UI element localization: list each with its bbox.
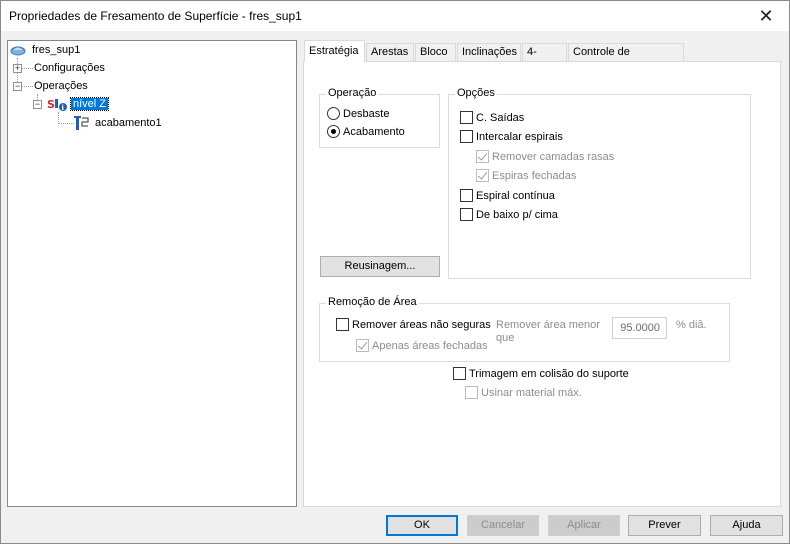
- area-menor-input[interactable]: 95.0000: [612, 317, 667, 339]
- svg-text:i: i: [62, 104, 64, 112]
- tab-inclinacoes[interactable]: Inclinações: [457, 43, 521, 61]
- checkbox-box: [465, 386, 478, 399]
- operations-tree[interactable]: fres_sup1 + Configurações − Operações − …: [7, 40, 297, 507]
- ok-button[interactable]: OK: [386, 515, 458, 536]
- checkbox-label: Espiral contínua: [476, 189, 555, 202]
- z-level-operation-icon: S i: [47, 98, 67, 112]
- cancelar-button[interactable]: Cancelar: [467, 515, 539, 536]
- tree-item-acabamento1[interactable]: acabamento1: [74, 115, 164, 131]
- de-baixo-p-cima-checkbox[interactable]: De baixo p/ cima: [460, 208, 558, 221]
- usinar-material-max-checkbox[interactable]: Usinar material máx.: [465, 386, 582, 399]
- tree-root[interactable]: fres_sup1: [10, 42, 82, 58]
- tree-item-label: Configurações: [34, 62, 105, 74]
- intercalar-espirais-checkbox[interactable]: Intercalar espirais: [460, 130, 563, 143]
- checkbox-label: Espiras fechadas: [492, 169, 577, 182]
- diameter-percent-unit: % diâ.: [676, 319, 707, 331]
- toolpath-icon: [74, 116, 89, 130]
- radio-indicator: [327, 107, 340, 120]
- checkbox-label: Trimagem em colisão do suporte: [469, 367, 629, 380]
- remocao-area-group: Remoção de Área Remover áreas não segura…: [319, 296, 730, 362]
- checkbox-box: [356, 339, 369, 352]
- checkbox-label: Usinar material máx.: [481, 386, 582, 399]
- espiral-continua-checkbox[interactable]: Espiral contínua: [460, 189, 555, 202]
- espiras-fechadas-checkbox[interactable]: Espiras fechadas: [476, 169, 576, 182]
- remocao-area-group-title: Remoção de Área: [326, 296, 419, 308]
- checkbox-box: [460, 111, 473, 124]
- tree-connector: [58, 123, 74, 124]
- tree-item-operacoes[interactable]: Operações: [32, 78, 90, 94]
- checkbox-label: C. Saídas: [476, 111, 525, 124]
- remover-area-menor-label-que: que: [496, 332, 515, 344]
- collapse-operacoes-toggle[interactable]: −: [13, 82, 22, 91]
- checkbox-label: Remover camadas rasas: [492, 150, 615, 163]
- checkbox-box: [476, 169, 489, 182]
- checkbox-box: [460, 208, 473, 221]
- acabamento-label: Acabamento: [343, 125, 405, 138]
- ajuda-button[interactable]: Ajuda: [710, 515, 783, 536]
- remover-areas-nao-seguras-checkbox[interactable]: Remover áreas não seguras: [336, 318, 491, 331]
- tab-arestas[interactable]: Arestas: [366, 43, 414, 61]
- part-icon: [10, 46, 26, 56]
- desbaste-label: Desbaste: [343, 107, 390, 120]
- c-saidas-checkbox[interactable]: C. Saídas: [460, 111, 524, 124]
- tree-item-configuracoes[interactable]: Configurações: [32, 60, 107, 76]
- remover-camadas-rasas-checkbox[interactable]: Remover camadas rasas: [476, 150, 614, 163]
- tree-item-label: acabamento1: [95, 117, 162, 129]
- opcoes-group-title: Opções: [455, 87, 497, 99]
- tab-controle-superficie[interactable]: Controle de superfície: [568, 43, 684, 75]
- svg-text:S: S: [47, 98, 55, 111]
- acabamento-radio[interactable]: Acabamento: [327, 125, 405, 138]
- checkbox-box: [460, 189, 473, 202]
- radio-indicator: [327, 125, 340, 138]
- checkbox-box: [460, 130, 473, 143]
- dialog-window: Propriedades de Fresamento de Superfície…: [0, 0, 790, 544]
- checkbox-label: Remover áreas não seguras: [352, 318, 491, 331]
- close-button[interactable]: ✕: [743, 1, 789, 31]
- checkbox-box: [453, 367, 466, 380]
- checkbox-box: [476, 150, 489, 163]
- operacao-group: Operação Desbaste Acabamento: [319, 87, 440, 148]
- tree-item-nivel-z[interactable]: S i nível Z: [46, 96, 110, 112]
- tree-root-label: fres_sup1: [32, 44, 81, 56]
- opcoes-group: Opções C. Saídas Intercalar espirais Rem…: [448, 87, 751, 279]
- remover-area-menor-label: Remover área menor: [496, 319, 600, 331]
- desbaste-radio[interactable]: Desbaste: [327, 107, 389, 120]
- checkbox-label: De baixo p/ cima: [476, 208, 558, 221]
- tree-item-label: Operações: [34, 80, 88, 92]
- close-icon: ✕: [758, 5, 774, 26]
- apenas-areas-fechadas-checkbox[interactable]: Apenas áreas fechadas: [356, 339, 488, 352]
- title-bar: Propriedades de Fresamento de Superfície…: [1, 1, 789, 31]
- operacao-group-title: Operação: [326, 87, 379, 99]
- collapse-nivel-z-toggle[interactable]: −: [33, 100, 42, 109]
- trimagem-colisao-suporte-checkbox[interactable]: Trimagem em colisão do suporte: [453, 367, 629, 380]
- reusinagem-button[interactable]: Reusinagem...: [320, 256, 440, 277]
- aplicar-button[interactable]: Aplicar: [548, 515, 620, 536]
- checkbox-box: [336, 318, 349, 331]
- tab-bloco[interactable]: Bloco: [415, 43, 456, 61]
- tab-4-eixos[interactable]: 4-Eixos: [522, 43, 567, 75]
- window-title: Propriedades de Fresamento de Superfície…: [9, 9, 302, 23]
- expand-configuracoes-toggle[interactable]: +: [13, 64, 22, 73]
- prever-button[interactable]: Prever: [628, 515, 701, 536]
- estrategia-panel: Operação Desbaste Acabamento Opções C. S…: [303, 61, 781, 507]
- tree-item-label: nível Z: [69, 97, 110, 111]
- checkbox-label: Apenas áreas fechadas: [372, 339, 488, 352]
- tab-estrategia[interactable]: Estratégia: [304, 40, 365, 62]
- checkbox-label: Intercalar espirais: [476, 130, 563, 143]
